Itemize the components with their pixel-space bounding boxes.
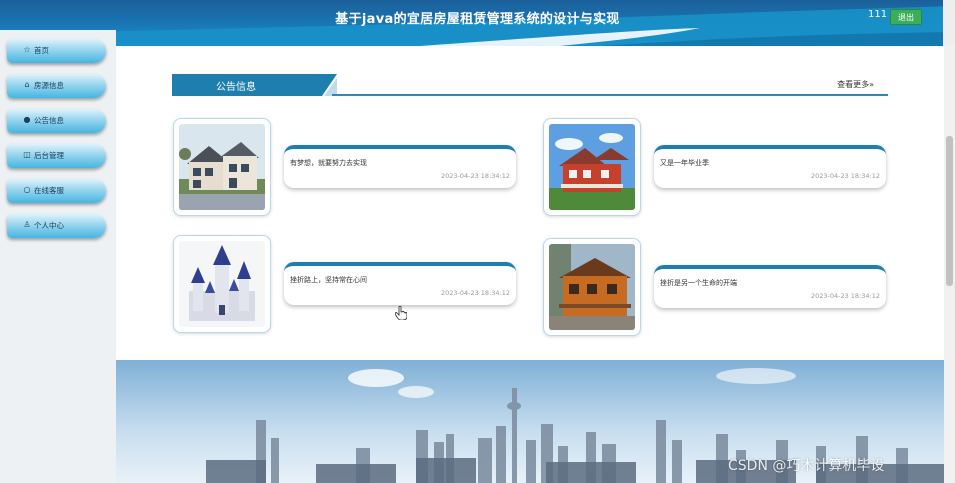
logout-button[interactable]: 退出 xyxy=(890,9,922,25)
star-icon: ☆ xyxy=(23,45,31,54)
sidebar-item-label: 后台管理 xyxy=(34,151,64,160)
notice-image-castle[interactable] xyxy=(173,235,271,333)
notice-image-wooden-house[interactable] xyxy=(543,238,641,336)
sidebar-item-label: 首页 xyxy=(34,46,49,55)
notice-text: 又是一年毕业季 xyxy=(660,159,709,167)
notice-date: 2023-04-23 18:34:12 xyxy=(440,289,510,297)
sidebar-item-house-info[interactable]: ⌂ 房源信息 xyxy=(7,74,106,98)
view-more-link[interactable]: 查看更多» xyxy=(837,79,874,90)
watermark-text: CSDN @巧木计算机毕设 xyxy=(728,458,885,474)
house-icon: ⌂ xyxy=(24,80,30,89)
sidebar-item-home[interactable]: ☆ 首页 xyxy=(7,39,106,63)
bell-icon: ● xyxy=(23,115,31,124)
page-title: 基于java的宜居房屋租赁管理系统的设计与实现 xyxy=(335,12,620,27)
sidebar: ☆ 首页 ⌂ 房源信息 ● 公告信息 ◫ 后台管理 ○ 在线客服 ♙ 个人中心 xyxy=(0,30,116,483)
notice-image-villa[interactable] xyxy=(173,118,271,216)
sidebar-item-label: 个人中心 xyxy=(34,221,64,230)
notice-date: 2023-04-23 18:34:12 xyxy=(810,172,880,180)
chat-icon: ○ xyxy=(23,185,31,194)
main-content: 公告信息 查看更多» 有梦想，就要努力去实现 2023-04-23 18:34:… xyxy=(116,46,944,360)
sidebar-item-admin[interactable]: ◫ 后台管理 xyxy=(7,144,106,168)
page-scrollbar[interactable] xyxy=(944,46,955,483)
sidebar-item-notice[interactable]: ● 公告信息 xyxy=(7,109,106,133)
notice-date: 2023-04-23 18:34:12 xyxy=(440,172,510,180)
hand-cursor-icon xyxy=(395,306,407,320)
villa-photo xyxy=(179,124,265,210)
sidebar-item-label: 在线客服 xyxy=(34,186,64,195)
section-divider xyxy=(332,94,888,96)
user-icon: ♙ xyxy=(23,220,31,229)
sidebar-item-label: 公告信息 xyxy=(34,116,64,125)
notice-item[interactable]: 有梦想，就要努力去实现 2023-04-23 18:34:12 xyxy=(284,145,516,188)
window-edge xyxy=(943,0,955,46)
page: 基于java的宜居房屋租赁管理系统的设计与实现 111 退出 ☆ 首页 ⌂ 房源… xyxy=(0,0,955,483)
notice-image-red-house[interactable] xyxy=(543,118,641,216)
notice-date: 2023-04-23 18:34:12 xyxy=(810,292,880,300)
notice-section-header: 公告信息 查看更多» xyxy=(172,74,888,96)
sidebar-item-personal-center[interactable]: ♙ 个人中心 xyxy=(7,214,106,238)
scrollbar-thumb[interactable] xyxy=(946,136,953,286)
notice-item[interactable]: 又是一年毕业季 2023-04-23 18:34:12 xyxy=(654,145,886,188)
red-house-photo xyxy=(549,124,635,210)
wooden-house-photo xyxy=(549,244,635,330)
notice-text: 有梦想，就要努力去实现 xyxy=(290,159,367,167)
sidebar-item-label: 房源信息 xyxy=(34,81,64,90)
notice-item[interactable]: 挫折路上，坚持常在心间 2023-04-23 18:34:12 xyxy=(284,262,516,305)
notice-text: 挫折是另一个生命的开端 xyxy=(660,279,737,287)
username-label: 111 xyxy=(868,9,888,20)
notice-item[interactable]: 挫折是另一个生命的开端 2023-04-23 18:34:12 xyxy=(654,265,886,308)
notice-text: 挫折路上，坚持常在心间 xyxy=(290,276,367,284)
top-header-bar: 基于java的宜居房屋租赁管理系统的设计与实现 111 退出 xyxy=(0,0,955,46)
section-title: 公告信息 xyxy=(216,82,256,93)
castle-photo xyxy=(179,241,265,327)
sidebar-item-online-service[interactable]: ○ 在线客服 xyxy=(7,179,106,203)
admin-icon: ◫ xyxy=(23,150,31,159)
